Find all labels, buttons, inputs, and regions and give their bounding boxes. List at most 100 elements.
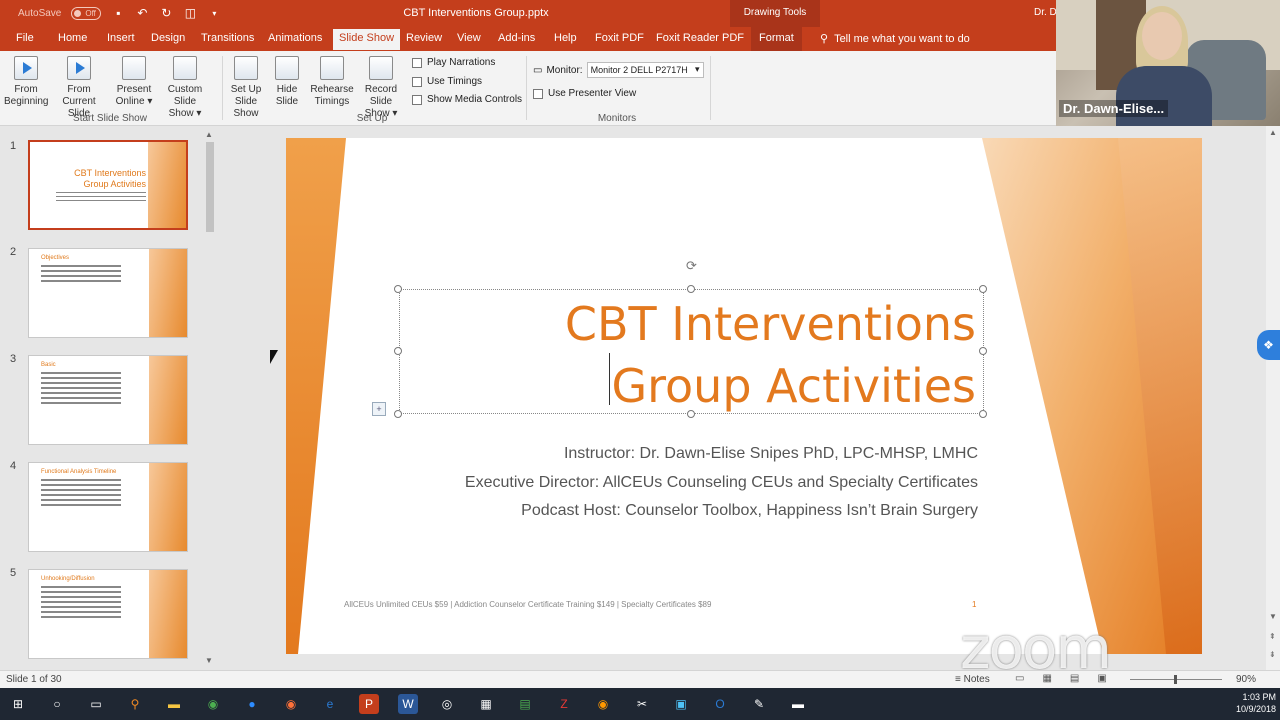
firefox-icon[interactable]: ◉	[281, 694, 301, 714]
layout-options-icon[interactable]: +	[372, 402, 386, 416]
canvas-scrollbar[interactable]: ▲ ▼ ⇞ ⇟	[1266, 126, 1280, 670]
snipping-tool-icon[interactable]: ✂	[632, 694, 652, 714]
edge-icon[interactable]: e	[320, 694, 340, 714]
tell-me-search[interactable]: ⚲ Tell me what you want to do	[820, 32, 970, 46]
tab-transitions[interactable]: Transitions	[201, 32, 254, 44]
from-beginning-button[interactable]: From Beginning	[4, 56, 48, 108]
use-timings-checkbox[interactable]: Use Timings	[412, 76, 482, 87]
clock-time: 1:03 PM	[1242, 692, 1276, 702]
slide-subtitle[interactable]: Instructor: Dr. Dawn-Elise Snipes PhD, L…	[406, 440, 978, 526]
next-slide-icon[interactable]: ⇟	[1269, 650, 1276, 659]
tab-design[interactable]: Design	[151, 32, 185, 44]
thumb-number: 1	[10, 140, 17, 152]
set-up-slide-show-button[interactable]: Set Up Slide Show	[222, 56, 270, 120]
spreadsheet-icon[interactable]: ▤	[515, 694, 535, 714]
file-explorer-icon[interactable]: ▬	[164, 694, 184, 714]
thumb-title-1: CBT Interventions	[74, 168, 146, 178]
slide-thumbnail-pane: 1 CBT Interventions Group Activities 2 Ob…	[0, 126, 220, 670]
thumb-lines	[56, 192, 146, 204]
settings-app-icon[interactable]: ◎	[437, 694, 457, 714]
slide-thumbnail-1[interactable]: CBT Interventions Group Activities	[28, 140, 188, 230]
hide-slide-button[interactable]: Hide Slide	[272, 56, 302, 108]
resize-handle[interactable]	[979, 410, 987, 418]
checkbox-box	[412, 94, 422, 105]
scroll-up-icon[interactable]: ▲	[1269, 128, 1277, 137]
search-app-icon[interactable]: ⚲	[125, 694, 145, 714]
user-name[interactable]: Dr. D	[1034, 7, 1057, 18]
resize-handle[interactable]	[394, 410, 402, 418]
play-narrations-checkbox[interactable]: Play Narrations	[412, 57, 495, 68]
powerpoint-icon[interactable]: P	[359, 694, 379, 714]
resize-handle[interactable]	[687, 285, 695, 293]
resize-handle[interactable]	[394, 285, 402, 293]
slide-title[interactable]: CBT Interventions Group Activities	[446, 293, 976, 417]
rehearse-timings-button[interactable]: Rehearse Timings	[310, 56, 354, 108]
show-media-controls-checkbox[interactable]: Show Media Controls	[412, 94, 522, 105]
tab-home[interactable]: Home	[58, 32, 87, 44]
status-bar: Slide 1 of 30 ≡ Notes ▭ ▦ ▤ ▣ 90%	[0, 670, 1280, 688]
tab-foxit-pdf[interactable]: Foxit PDF	[595, 32, 644, 44]
scroll-up-icon[interactable]: ▲	[205, 130, 213, 139]
cortana-icon[interactable]: ○	[47, 694, 67, 714]
zoom-slider-knob[interactable]	[1174, 675, 1177, 684]
tab-add-ins[interactable]: Add-ins	[498, 32, 535, 44]
calculator-icon[interactable]: ▦	[476, 694, 496, 714]
resize-handle[interactable]	[394, 347, 402, 355]
dropbox-icon[interactable]: ❖	[1257, 330, 1280, 360]
scroll-down-icon[interactable]: ▼	[1269, 612, 1277, 621]
previous-slide-icon[interactable]: ⇞	[1269, 632, 1276, 641]
notes-button[interactable]: ≡ Notes	[955, 674, 990, 685]
browser-icon[interactable]: ◉	[593, 694, 613, 714]
network-app-icon[interactable]: ▣	[671, 694, 691, 714]
record-label-1: Record Slide	[364, 84, 398, 107]
notes-app-icon[interactable]: ✎	[749, 694, 769, 714]
current-slide[interactable]: ⟳ + CBT Interventions Group Activities I…	[286, 138, 1202, 654]
tab-animations[interactable]: Animations	[268, 32, 322, 44]
terminal-icon[interactable]: ▬	[788, 694, 808, 714]
outlook-icon[interactable]: O	[710, 694, 730, 714]
tab-view[interactable]: View	[457, 32, 481, 44]
resize-handle[interactable]	[979, 285, 987, 293]
slide-editing-canvas: ⟳ + CBT Interventions Group Activities I…	[220, 126, 1266, 682]
system-clock[interactable]: 1:03 PM 10/9/2018	[1228, 691, 1276, 715]
slide-sorter-icon[interactable]: ▦	[1042, 673, 1051, 684]
present-online-label-1: Present	[116, 84, 152, 95]
tab-foxit-reader-pdf[interactable]: Foxit Reader PDF	[656, 32, 744, 44]
tab-file[interactable]: File	[16, 32, 34, 44]
normal-view-icon[interactable]: ▭	[1015, 673, 1024, 684]
slide-thumbnail-5[interactable]: Unhooking/Diffusion	[28, 569, 188, 659]
podcast-line: Podcast Host: Counselor Toolbox, Happine…	[521, 502, 978, 519]
chrome-icon[interactable]: ◉	[203, 694, 223, 714]
tab-insert[interactable]: Insert	[107, 32, 135, 44]
slide-thumbnail-4[interactable]: Functional Analysis Timeline	[28, 462, 188, 552]
windows-start-icon[interactable]: ⊞	[8, 694, 28, 714]
tab-review[interactable]: Review	[406, 32, 442, 44]
present-online-button[interactable]: Present Online ▾	[112, 56, 156, 108]
word-icon[interactable]: W	[398, 694, 418, 714]
resize-handle[interactable]	[979, 347, 987, 355]
slideshow-view-icon[interactable]: ▣	[1097, 673, 1106, 684]
tab-slide-show[interactable]: Slide Show	[333, 29, 401, 50]
scroll-down-icon[interactable]: ▼	[205, 656, 213, 665]
scrollbar-thumb[interactable]	[206, 142, 214, 232]
slide-thumbnail-3[interactable]: Basic	[28, 355, 188, 445]
group-separator	[526, 56, 527, 120]
tab-help[interactable]: Help	[554, 32, 577, 44]
monitor-dropdown[interactable]: Monitor 2 DELL P2717H	[586, 62, 704, 78]
zoom-app-icon[interactable]: ●	[242, 694, 262, 714]
use-presenter-view-checkbox[interactable]: Use Presenter View	[533, 88, 636, 99]
task-view-icon[interactable]: ▭	[86, 694, 106, 714]
thumb-lines	[41, 265, 121, 285]
custom-slide-show-button[interactable]: Custom Slide Show ▾	[156, 56, 214, 120]
tab-format[interactable]: Format	[751, 27, 802, 51]
slide-thumbnail-2[interactable]: Objectives	[28, 248, 188, 338]
reading-view-icon[interactable]: ▤	[1070, 673, 1079, 684]
zoom-level[interactable]: 90%	[1236, 674, 1256, 685]
rotate-handle-icon[interactable]: ⟳	[686, 258, 697, 274]
record-slide-show-button[interactable]: Record Slide Show ▾	[354, 56, 408, 120]
from-current-slide-button[interactable]: From Current Slide	[50, 56, 108, 120]
thumbnail-scrollbar[interactable]: ▲ ▼	[204, 130, 216, 666]
thumb-accent	[149, 570, 187, 658]
drawing-tools-label: Drawing Tools	[730, 0, 820, 27]
filezilla-icon[interactable]: Z	[554, 694, 574, 714]
